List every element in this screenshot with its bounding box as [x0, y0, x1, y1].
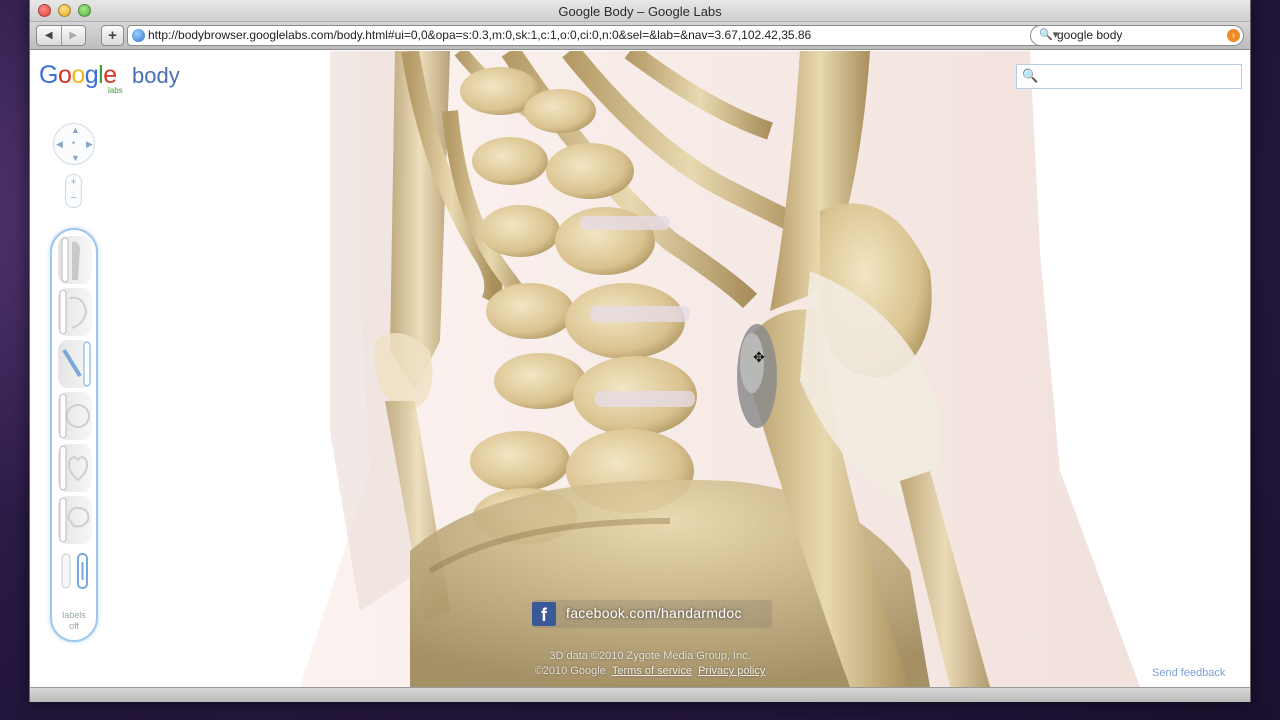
- browser-window: Google Body – Google Labs ◀ ▶ + http://b…: [29, 0, 1251, 702]
- search-icon: 🔍: [1022, 68, 1039, 83]
- layer-muscle-slider[interactable]: [58, 288, 92, 336]
- logo-body-text: body: [132, 63, 180, 88]
- copyright-google: ©2010 Google: [534, 665, 606, 677]
- pan-left-icon[interactable]: ◀: [56, 139, 63, 150]
- muscle-layer-icon: [59, 289, 88, 335]
- google-logo[interactable]: Google: [39, 61, 117, 90]
- layer-skin-slider[interactable]: [58, 236, 92, 284]
- window-title: Google Body – Google Labs: [558, 4, 722, 19]
- move-cursor-icon: ✥: [753, 349, 765, 365]
- title-bar: Google Body – Google Labs: [30, 0, 1250, 22]
- facebook-icon: f: [532, 602, 556, 626]
- pan-up-icon[interactable]: ▲: [71, 125, 80, 135]
- skin-layer-icon: [61, 237, 80, 283]
- heart-layer-icon: [59, 445, 88, 491]
- labels-toggle[interactable]: [60, 552, 90, 590]
- labels-toggle-icon: [61, 553, 88, 589]
- layer-opacity-panel: labels off: [50, 228, 98, 642]
- logo-labs-text: labs: [108, 86, 123, 95]
- terms-link[interactable]: Terms of service: [612, 665, 692, 677]
- pan-right-icon[interactable]: ▶: [86, 139, 93, 150]
- pan-control[interactable]: ▲ ▼ ◀ ▶ •: [53, 123, 95, 165]
- status-bar: [30, 687, 1250, 702]
- layer-circulatory-slider[interactable]: [58, 444, 92, 492]
- search-icon[interactable]: 🔍▾: [1039, 26, 1058, 45]
- browser-search-field[interactable]: 🔍▾ google body ›: [1030, 25, 1244, 46]
- zoom-control[interactable]: + −: [65, 174, 82, 208]
- facebook-banner: f facebook.com/handarmdoc: [532, 600, 772, 628]
- browser-toolbar: ◀ ▶ + http://bodybrowser.googlelabs.com/…: [30, 22, 1250, 50]
- forward-button[interactable]: ▶: [60, 26, 86, 45]
- body-viewer[interactable]: Google body labs ▲ ▼ ◀ ▶ • + − labels of…: [30, 51, 1250, 687]
- layer-skeleton-slider[interactable]: [58, 340, 92, 388]
- copyright-zygote: 3D data ©2010 Zygote Media Group, Inc.: [549, 650, 751, 662]
- add-bookmark-button[interactable]: +: [101, 25, 124, 46]
- globe-icon: [132, 29, 145, 42]
- pan-down-icon[interactable]: ▼: [71, 153, 80, 163]
- layer-nervous-slider[interactable]: [58, 496, 92, 544]
- layer-organs-slider[interactable]: [58, 392, 92, 440]
- back-button[interactable]: ◀: [37, 26, 61, 45]
- privacy-link[interactable]: Privacy policy: [698, 665, 765, 677]
- history-nav: ◀ ▶: [36, 25, 86, 46]
- labels-off-text: labels off: [62, 610, 86, 631]
- search-go-icon[interactable]: ›: [1227, 29, 1240, 42]
- copyright-notice: 3D data ©2010 Zygote Media Group, Inc. ©…: [500, 649, 800, 679]
- send-feedback-link[interactable]: Send feedback: [1152, 667, 1225, 679]
- organ-layer-icon: [59, 393, 90, 439]
- bone-layer-icon: [62, 341, 91, 387]
- anatomy-3d-scene[interactable]: [30, 51, 1250, 687]
- address-bar[interactable]: http://bodybrowser.googlelabs.com/body.h…: [127, 25, 1047, 46]
- pan-center-icon[interactable]: •: [72, 138, 75, 148]
- brain-layer-icon: [59, 497, 90, 543]
- anatomy-search-input[interactable]: 🔍: [1016, 64, 1242, 89]
- zoom-in-button[interactable]: +: [66, 175, 81, 191]
- zoom-out-button[interactable]: −: [66, 191, 81, 207]
- browser-search-value: google body: [1057, 28, 1123, 42]
- facebook-url-text: facebook.com/handarmdoc: [566, 605, 742, 621]
- url-text: http://bodybrowser.googlelabs.com/body.h…: [148, 28, 812, 42]
